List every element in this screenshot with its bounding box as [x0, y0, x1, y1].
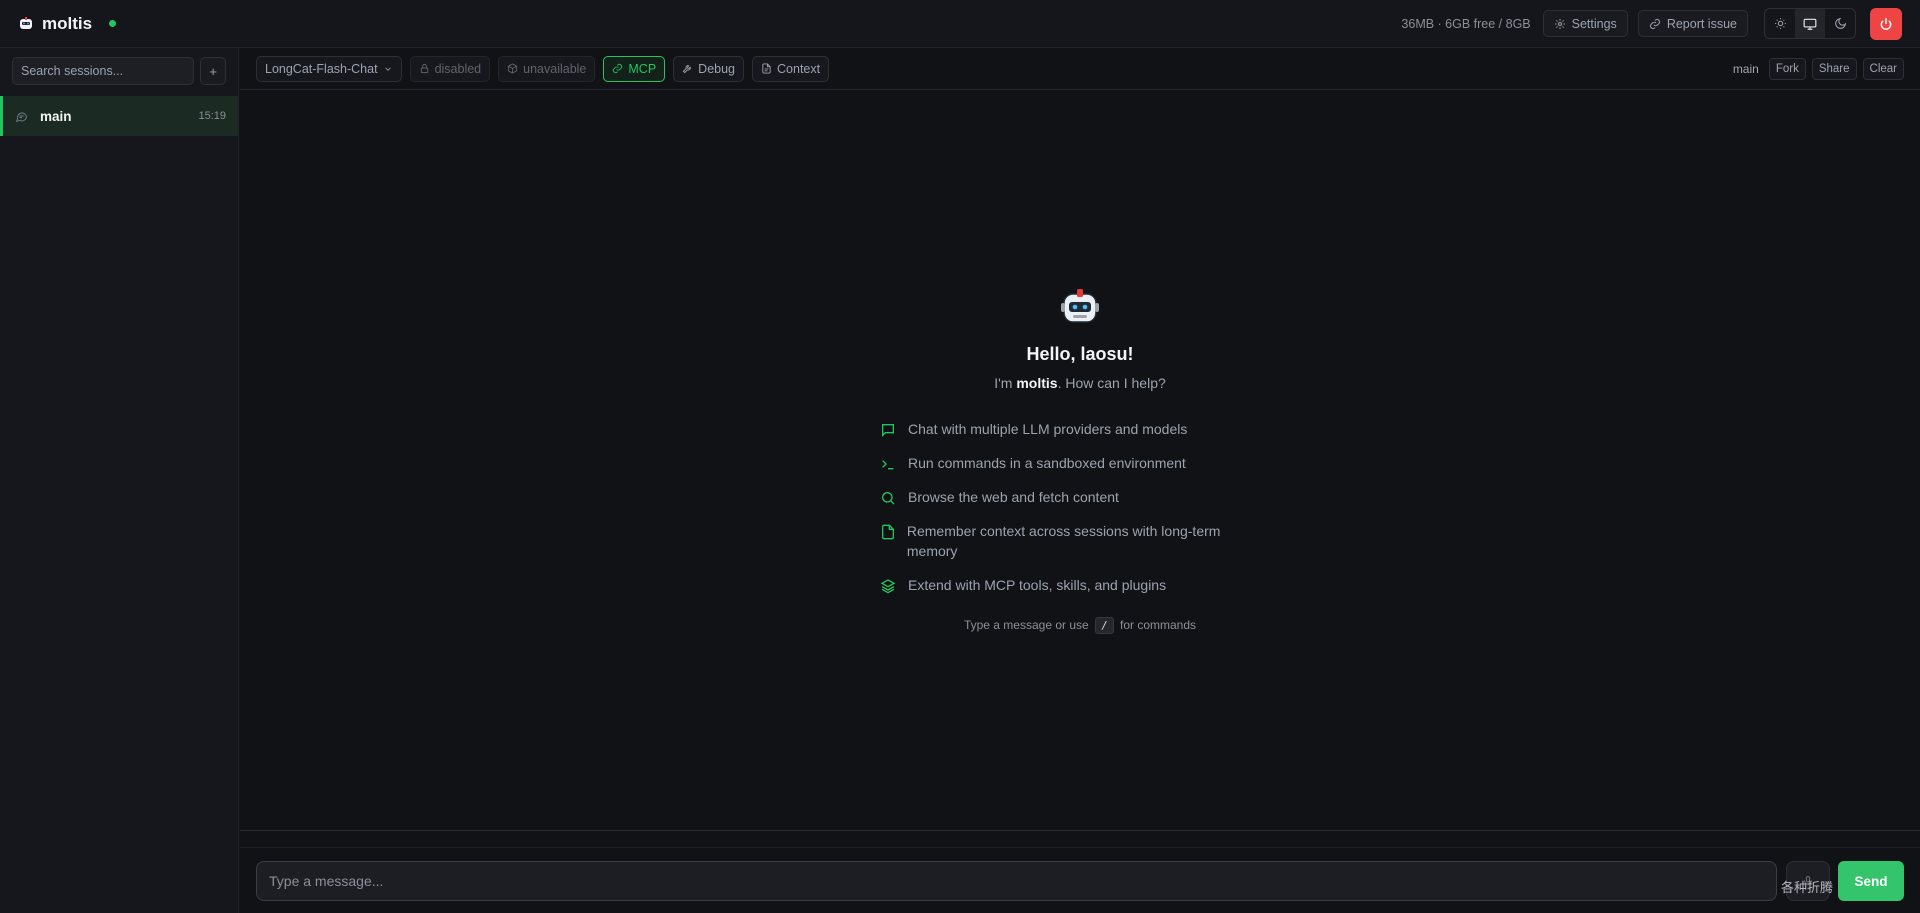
slash-key: /	[1095, 617, 1114, 634]
greeting: Hello, laosu!	[1026, 344, 1134, 364]
chat-bubble-icon	[880, 419, 908, 438]
terminal-icon	[880, 453, 908, 472]
settings-button[interactable]: Settings	[1542, 10, 1628, 37]
fork-button[interactable]: Fork	[1768, 57, 1806, 80]
send-button[interactable]: Send	[1838, 861, 1904, 901]
power-icon	[1879, 17, 1893, 31]
feature-text: Chat with multiple LLM providers and mod…	[908, 421, 1188, 437]
session-item-main[interactable]: main 15:19	[0, 96, 238, 136]
hint-prefix: Type a message or use	[963, 618, 1089, 632]
chevron-down-icon	[383, 64, 393, 74]
chat-bubble-icon	[15, 110, 28, 123]
clear-button[interactable]: Clear	[1862, 57, 1904, 80]
mcp-chip-label: MCP	[628, 61, 657, 76]
feature-text: Remember context across sessions with lo…	[906, 523, 1221, 559]
new-session-button[interactable]: +	[200, 57, 226, 85]
intro-text: I'm moltis. How can I help?	[240, 375, 1920, 391]
feature-item: Run commands in a sandboxed environment	[880, 453, 1260, 473]
feature-item: Remember context across sessions with lo…	[880, 521, 1260, 561]
brand[interactable]: moltis	[18, 13, 117, 34]
document-icon	[761, 63, 772, 74]
layers-icon	[880, 575, 908, 594]
session-name: main	[40, 108, 72, 124]
power-button[interactable]	[1870, 7, 1902, 40]
sandbox-chip[interactable]: unavailable	[498, 55, 596, 82]
wrench-icon	[682, 63, 693, 74]
watermark-text: 各种折腾	[1781, 881, 1834, 896]
moon-icon	[1834, 17, 1847, 30]
session-branch-label: main	[1732, 61, 1759, 76]
link-icon	[1649, 18, 1661, 30]
feature-item: Chat with multiple LLM providers and mod…	[880, 419, 1260, 439]
memory-usage: 36MB · 6GB free / 8GB	[1401, 16, 1531, 31]
theme-system-button[interactable]	[1795, 9, 1825, 38]
sun-icon	[1774, 17, 1787, 30]
sandbox-chip-label: unavailable	[523, 61, 587, 76]
context-chip[interactable]: Context	[752, 55, 830, 82]
report-issue-button[interactable]: Report issue	[1637, 10, 1748, 37]
gear-icon	[1554, 18, 1566, 30]
feature-text: Run commands in a sandboxed environment	[908, 455, 1186, 471]
welcome-panel: Hello, laosu! I'm moltis. How can I help…	[240, 90, 1920, 830]
robot-logo-icon	[1059, 286, 1101, 328]
sidebar: + main 15:19	[0, 48, 239, 913]
lock-chip-label: disabled	[434, 61, 482, 76]
report-issue-label: Report issue	[1666, 16, 1737, 31]
lock-chip[interactable]: disabled	[409, 55, 491, 82]
intro-name: moltis	[1016, 375, 1058, 391]
debug-chip[interactable]: Debug	[673, 55, 745, 82]
model-selector[interactable]: LongCat-Flash-Chat	[256, 55, 402, 82]
feature-list: Chat with multiple LLM providers and mod…	[880, 419, 1260, 609]
message-input[interactable]	[256, 861, 1777, 901]
model-name: LongCat-Flash-Chat	[265, 61, 378, 76]
link-icon	[612, 63, 623, 74]
theme-switcher	[1764, 8, 1856, 39]
feature-item: Extend with MCP tools, skills, and plugi…	[880, 575, 1260, 595]
chat-toolbar: LongCat-Flash-Chat disabled unavailable …	[240, 48, 1920, 90]
theme-dark-button[interactable]	[1825, 9, 1855, 38]
intro-prefix: I'm	[994, 375, 1017, 391]
connection-status-dot	[109, 20, 117, 27]
feature-item: Browse the web and fetch content	[880, 487, 1260, 507]
intro-suffix: . How can I help?	[1057, 375, 1166, 391]
command-hint: Type a message or use / for commands	[240, 617, 1920, 634]
monitor-icon	[1803, 17, 1817, 31]
hint-suffix: for commands	[1120, 618, 1197, 632]
search-icon	[880, 487, 908, 506]
context-chip-label: Context	[777, 61, 821, 76]
search-sessions-input[interactable]	[12, 57, 195, 85]
robot-logo-icon	[18, 16, 34, 32]
top-bar: moltis 36MB · 6GB free / 8GB Settings Re…	[0, 0, 1920, 48]
theme-light-button[interactable]	[1765, 9, 1795, 38]
feature-text: Browse the web and fetch content	[908, 489, 1119, 505]
feature-text: Extend with MCP tools, skills, and plugi…	[908, 577, 1167, 593]
debug-chip-label: Debug	[698, 61, 736, 76]
mcp-chip[interactable]: MCP	[603, 55, 666, 82]
app-name: moltis	[42, 13, 93, 33]
composer-divider	[240, 830, 1920, 831]
settings-label: Settings	[1571, 16, 1617, 31]
composer-divider-secondary	[240, 847, 1920, 848]
share-button[interactable]: Share	[1811, 57, 1857, 80]
lock-icon	[419, 63, 430, 74]
document-icon	[880, 521, 907, 540]
box-icon	[507, 63, 518, 74]
session-time: 15:19	[198, 110, 226, 122]
